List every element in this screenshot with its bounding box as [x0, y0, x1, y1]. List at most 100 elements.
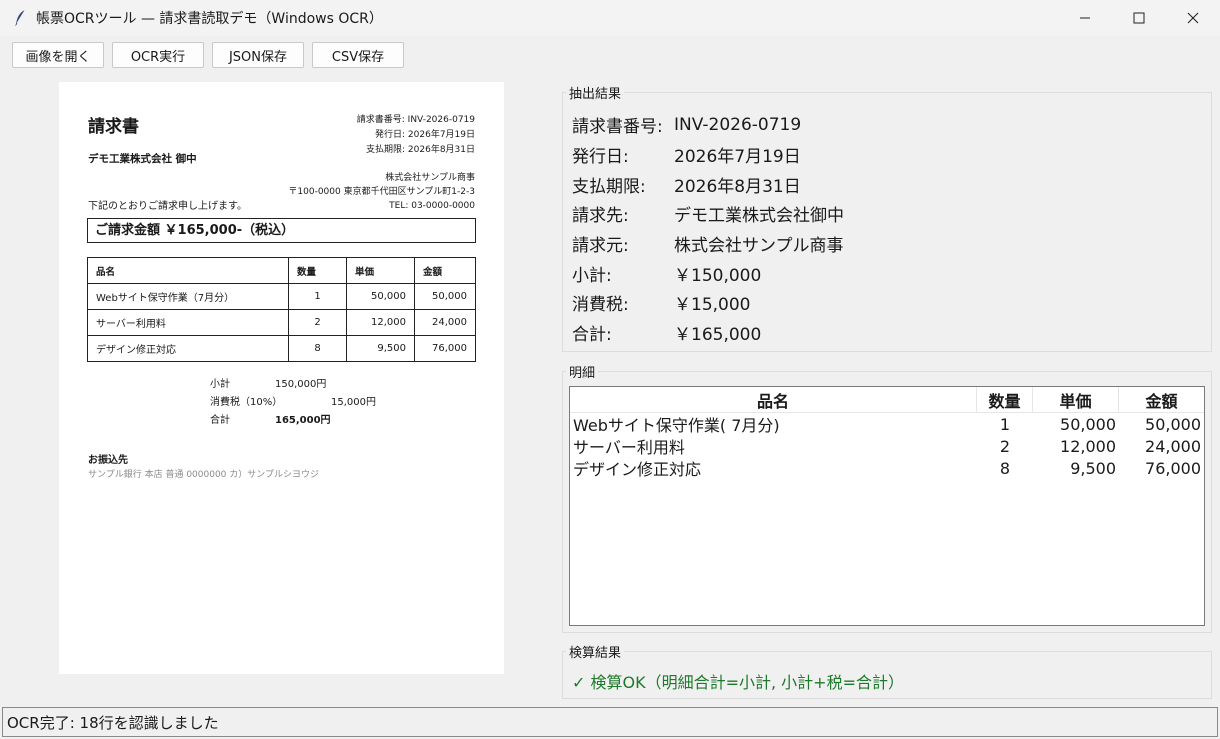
maximize-icon [1133, 12, 1145, 24]
window-title: 帳票OCRツール — 請求書読取デモ（Windows OCR） [36, 11, 383, 27]
check-result: ✓ 検算OK（明細合計=小計, 小計+税=合計） [572, 673, 904, 692]
field-value: 2026年8月31日 [674, 176, 801, 197]
invoice-items-table: 品名 数量 単価 金額 Webサイト保守作業（7月分） 1 50,000 50,… [87, 257, 476, 362]
item-price: 50,000 [346, 283, 415, 310]
field-issue-date: 発行日: 2026年7月19日 [572, 140, 844, 170]
run-ocr-button[interactable]: OCR実行 [112, 42, 204, 68]
item-price: 9,500 [346, 335, 415, 362]
title-bar: 帳票OCRツール — 請求書読取デモ（Windows OCR） [0, 0, 1220, 36]
minimize-icon [1080, 17, 1090, 19]
invoice-issuer: 株式会社サンプル商事 〒100-0000 東京都千代田区サンプル町1-2-3 T… [288, 171, 475, 213]
invoice-meta: 請求書番号: INV-2026-0719 発行日: 2026年7月19日 支払期… [357, 113, 475, 158]
maximize-button[interactable] [1112, 0, 1166, 36]
table-row[interactable]: Webサイト保守作業( 7月分) 1 50,000 50,000 [570, 413, 1204, 436]
field-key: 支払期限: [572, 176, 646, 197]
invoice-total-banner: ご請求金額 ￥165,000-（税込） [87, 218, 476, 243]
table-row[interactable]: デザイン修正対応 8 9,500 76,000 [570, 457, 1204, 480]
row-price: 9,500 [1070, 458, 1116, 478]
total-label: 合計 [210, 415, 230, 426]
row-price: 12,000 [1060, 436, 1116, 456]
col-header-qty[interactable]: 数量 [977, 387, 1033, 412]
tax-value: 15,000円 [331, 397, 376, 408]
issuer-tel: TEL: 03-0000-0000 [389, 201, 475, 211]
row-amount: 24,000 [1145, 436, 1201, 456]
table-header-row: 品名 数量 単価 金額 [87, 257, 476, 284]
bank-info: サンプル銀行 本店 普通 0000000 カ）サンプルシヨウジ [88, 470, 319, 480]
invoice-title: 請求書 [88, 117, 139, 137]
field-value: INV-2026-0719 [674, 114, 802, 135]
open-image-button[interactable]: 画像を開く [12, 42, 104, 68]
field-subtotal: 小計: ￥150,000 [572, 258, 844, 288]
item-qty: 8 [288, 335, 347, 362]
row-qty: 2 [999, 436, 1011, 456]
window-controls [1058, 0, 1220, 36]
item-qty: 2 [288, 309, 347, 336]
item-amount: 24,000 [414, 309, 476, 336]
col-header: 金額 [414, 257, 476, 284]
invoice-issue-date: 発行日: 2026年7月19日 [375, 130, 475, 140]
item-name: サーバー利用料 [87, 309, 289, 336]
field-key: 消費税: [572, 295, 629, 316]
status-bar: OCR完了: 18行を認識しました [2, 707, 1218, 737]
col-header: 品名 [87, 257, 289, 284]
field-invoice-number: 請求書番号: INV-2026-0719 [572, 110, 844, 140]
table-row: Webサイト保守作業（7月分） 1 50,000 50,000 [87, 283, 476, 310]
field-value: 株式会社サンプル商事 [674, 236, 844, 257]
close-icon [1187, 12, 1199, 24]
field-key: 小計: [572, 265, 612, 286]
tax-label: 消費税（10%） [210, 397, 283, 408]
row-qty: 1 [999, 414, 1011, 434]
field-value: 2026年7月19日 [674, 147, 801, 168]
save-csv-button[interactable]: CSV保存 [312, 42, 404, 68]
invoice-customer: デモ工業株式会社 御中 [88, 153, 197, 165]
field-key: 発行日: [572, 147, 629, 168]
field-total: 合計: ￥165,000 [572, 318, 844, 348]
item-name: Webサイト保守作業（7月分） [87, 283, 289, 310]
row-amount: 50,000 [1145, 414, 1201, 434]
invoice-preview: 請求書 請求書番号: INV-2026-0719 発行日: 2026年7月19日… [59, 82, 504, 674]
col-header: 単価 [346, 257, 415, 284]
minimize-button[interactable] [1058, 0, 1112, 36]
subtotal-label: 小計 [210, 379, 230, 390]
invoice-due-date: 支払期限: 2026年8月31日 [366, 145, 475, 155]
table-row[interactable]: サーバー利用料 2 12,000 24,000 [570, 435, 1204, 458]
save-json-button[interactable]: JSON保存 [212, 42, 304, 68]
field-key: 請求元: [572, 236, 629, 257]
col-header-amount[interactable]: 金額 [1119, 387, 1204, 412]
invoice-number: 請求書番号: INV-2026-0719 [356, 115, 475, 125]
row-name: サーバー利用料 [573, 438, 685, 457]
issuer-address: 〒100-0000 東京都千代田区サンプル町1-2-3 [288, 187, 475, 197]
check-group-label: 検算結果 [566, 642, 625, 661]
item-qty: 1 [288, 283, 347, 310]
field-tax: 消費税: ￥15,000 [572, 288, 844, 318]
feather-icon [12, 9, 28, 27]
toolbar: 画像を開く OCR実行 JSON保存 CSV保存 [12, 42, 404, 68]
row-amount: 76,000 [1145, 458, 1201, 478]
col-header-name[interactable]: 品名 [570, 387, 977, 412]
invoice-greeting: 下記のとおりご請求申し上げます。 [88, 201, 247, 212]
field-value: ￥165,000 [674, 325, 762, 346]
field-key: 請求書番号: [572, 117, 663, 138]
close-button[interactable] [1166, 0, 1220, 36]
row-name: デザイン修正対応 [573, 460, 702, 479]
subtotal-value: 150,000円 [275, 379, 327, 390]
col-header-price[interactable]: 単価 [1033, 387, 1119, 412]
field-due-date: 支払期限: 2026年8月31日 [572, 169, 844, 199]
table-row: デザイン修正対応 8 9,500 76,000 [87, 335, 476, 362]
bank-title: お振込先 [88, 455, 128, 466]
field-value: デモ工業株式会社御中 [674, 206, 844, 227]
extract-fields: 請求書番号: INV-2026-0719 発行日: 2026年7月19日 支払期限:… [572, 110, 844, 348]
field-value: ￥150,000 [674, 265, 762, 286]
table-row: サーバー利用料 2 12,000 24,000 [87, 309, 476, 336]
field-value: ￥15,000 [674, 295, 751, 316]
extract-group-label: 抽出結果 [566, 83, 625, 102]
field-bill-to: 請求先: デモ工業株式会社御中 [572, 199, 844, 229]
field-bill-from: 請求元: 株式会社サンプル商事 [572, 229, 844, 259]
invoice-summary: 小計 150,000円 消費税（10%） 15,000円 合計 165,000円 [210, 376, 383, 430]
detail-treeview[interactable]: 品名 数量 単価 金額 Webサイト保守作業( 7月分) 1 50,000 50… [569, 386, 1205, 626]
col-header: 数量 [288, 257, 347, 284]
total-value: 165,000円 [275, 415, 331, 426]
detail-header-row: 品名 数量 単価 金額 [570, 387, 1204, 413]
issuer-name: 株式会社サンプル商事 [385, 173, 475, 183]
row-name: Webサイト保守作業( 7月分) [573, 416, 780, 435]
